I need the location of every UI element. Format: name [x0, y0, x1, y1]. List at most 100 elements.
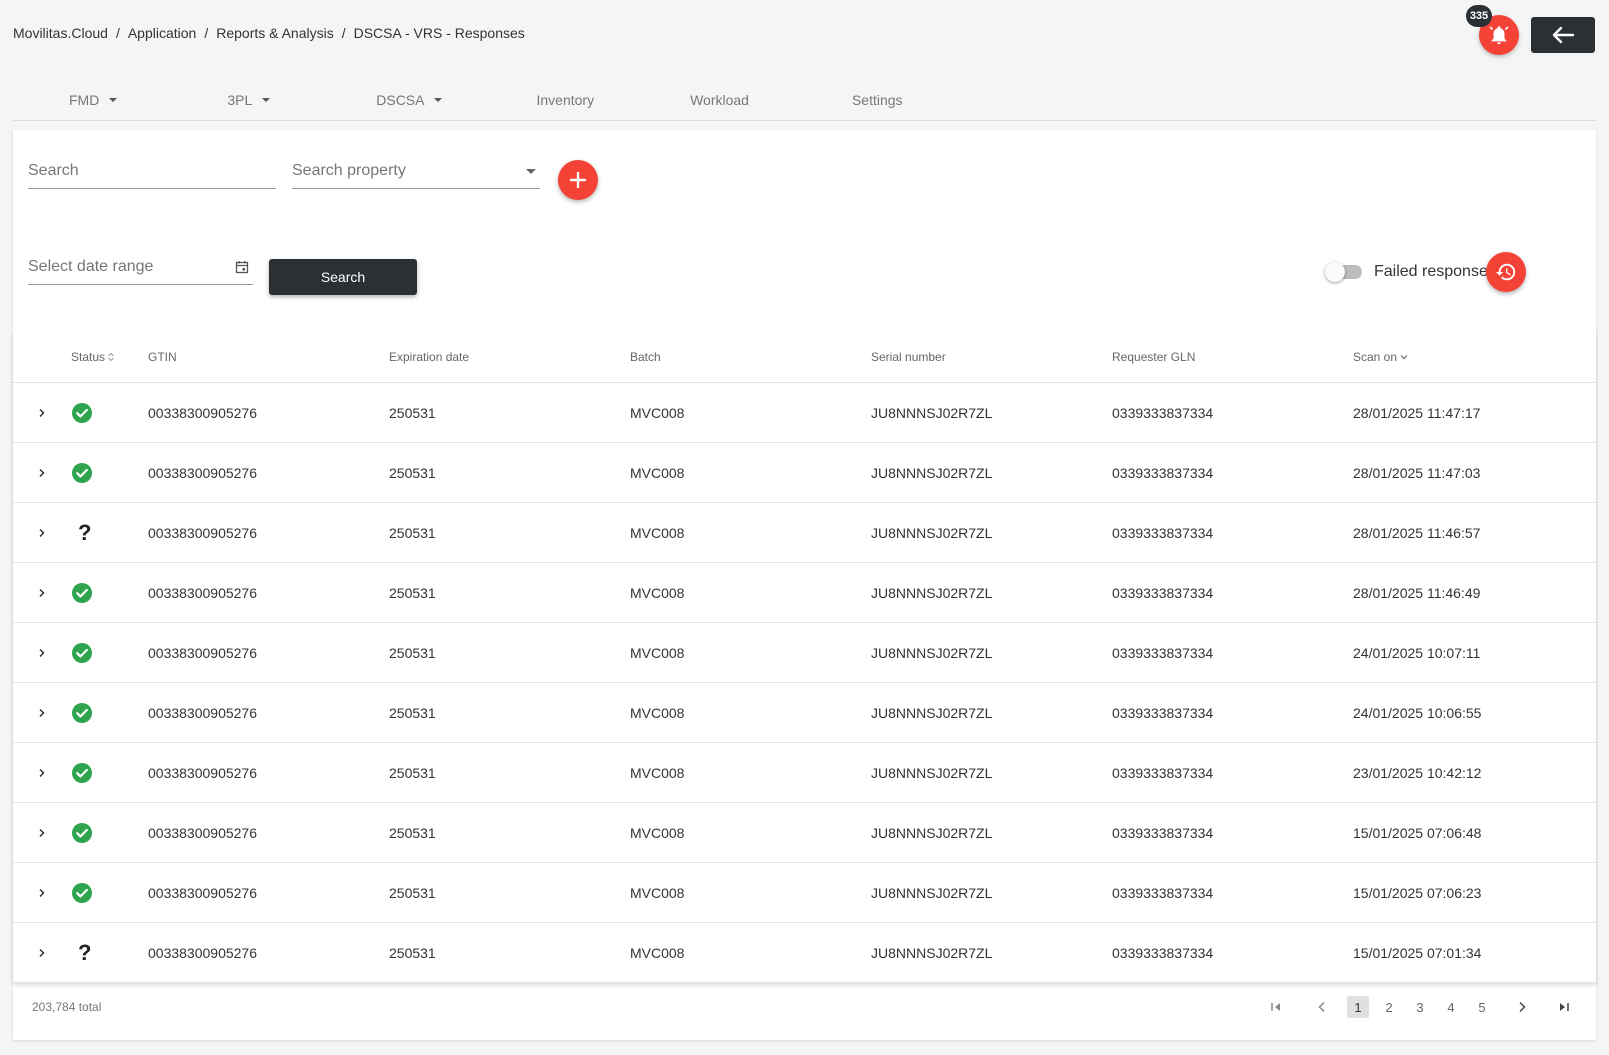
main-card: Search Search property Select date range…: [13, 130, 1596, 1040]
tab-fmd[interactable]: FMD: [69, 92, 118, 108]
cell-batch: MVC008: [630, 884, 685, 901]
tab-dscsa[interactable]: DSCSA: [376, 92, 443, 108]
cell-serial-number: JU8NNNSJ02R7ZL: [871, 404, 993, 421]
chevron-right-icon: [39, 588, 45, 597]
search-button[interactable]: Search: [269, 259, 417, 295]
cell-serial-number: JU8NNNSJ02R7ZL: [871, 824, 993, 841]
history-button[interactable]: [1486, 252, 1526, 292]
tab-settings[interactable]: Settings: [852, 92, 903, 108]
cell-status: ?: [71, 940, 148, 966]
table-row[interactable]: 00338300905276 250531 MVC008 JU8NNNSJ02R7ZL…: [13, 743, 1596, 803]
tab-label: Settings: [851, 92, 903, 108]
tab-inventory[interactable]: Inventory: [536, 92, 594, 108]
row-expand-button[interactable]: [13, 828, 71, 838]
tab-label: FMD: [69, 92, 100, 108]
cell-gtin: 00338300905276: [148, 764, 258, 781]
breadcrumb-item[interactable]: Movilitas.Cloud: [13, 25, 108, 41]
page-button[interactable]: 3: [1409, 996, 1431, 1018]
cell-requester-gln: 0339333837334: [1112, 704, 1214, 721]
sort-desc-icon: [1400, 355, 1408, 360]
check-circle-icon: [72, 642, 92, 663]
breadcrumb-item[interactable]: Reports & Analysis: [216, 25, 334, 41]
header-batch[interactable]: Batch: [630, 350, 871, 364]
row-expand-button[interactable]: [13, 468, 71, 478]
cell-expiration-date: 250531: [389, 884, 436, 901]
check-circle-icon: [72, 402, 92, 423]
page-button[interactable]: 1: [1347, 996, 1369, 1018]
chevron-right-icon: [39, 408, 45, 417]
cell-requester-gln: 0339333837334: [1112, 824, 1214, 841]
row-expand-button[interactable]: [13, 708, 71, 718]
header-serial-number[interactable]: Serial number: [871, 350, 1112, 364]
header-gtin[interactable]: GTIN: [148, 350, 389, 364]
row-expand-button[interactable]: [13, 648, 71, 658]
row-expand-button[interactable]: [13, 408, 71, 418]
row-expand-button[interactable]: [13, 588, 71, 598]
cell-requester-gln: 0339333837334: [1112, 644, 1214, 661]
cell-batch: MVC008: [630, 704, 685, 721]
check-circle-icon: [72, 762, 92, 783]
cell-scan-on: 24/01/2025 10:06:55: [1353, 704, 1482, 721]
tab-3pl[interactable]: 3PL: [227, 92, 271, 108]
prev-page-button[interactable]: [1308, 996, 1336, 1018]
cell-batch: MVC008: [630, 944, 685, 961]
chevron-right-icon: [1519, 1001, 1526, 1013]
row-expand-button[interactable]: [13, 768, 71, 778]
cell-expiration-date: 250531: [389, 524, 436, 541]
table-row[interactable]: 00338300905276 250531 MVC008 JU8NNNSJ02R7ZL…: [13, 863, 1596, 923]
first-page-button[interactable]: [1262, 996, 1290, 1018]
page-button[interactable]: 4: [1440, 996, 1462, 1018]
search-property-select[interactable]: Search property: [292, 154, 540, 189]
cell-serial-number: JU8NNNSJ02R7ZL: [871, 944, 993, 961]
page-button[interactable]: 5: [1471, 996, 1493, 1018]
unknown-status-icon: ?: [78, 939, 92, 965]
cell-serial-number: JU8NNNSJ02R7ZL: [871, 584, 993, 601]
table-row[interactable]: 00338300905276 250531 MVC008 JU8NNNSJ02R7ZL…: [13, 383, 1596, 443]
failed-responses-toggle[interactable]: [1325, 262, 1362, 282]
table-row[interactable]: 00338300905276 250531 MVC008 JU8NNNSJ02R7ZL…: [13, 683, 1596, 743]
cell-batch: MVC008: [630, 644, 685, 661]
table-row[interactable]: 00338300905276 250531 MVC008 JU8NNNSJ02R7ZL…: [13, 563, 1596, 623]
table-row[interactable]: ? 00338300905276 250531 MVC008 JU8NNNSJ02R7Z…: [13, 503, 1596, 563]
back-button[interactable]: [1531, 17, 1595, 53]
cell-status: [71, 702, 148, 724]
cell-batch: MVC008: [630, 524, 685, 541]
cell-status: [71, 762, 148, 784]
pagination: 1 2 3 4 5: [1262, 996, 1578, 1018]
search-input[interactable]: Search: [28, 154, 276, 189]
cell-batch: MVC008: [630, 404, 685, 421]
next-page-button[interactable]: [1508, 996, 1536, 1018]
breadcrumb-separator: /: [341, 25, 346, 41]
table-header: Status GTIN Expiration date Batch Serial…: [13, 332, 1596, 383]
header-requester-gln[interactable]: Requester GLN: [1112, 350, 1353, 364]
chevron-right-icon: [39, 708, 45, 717]
last-page-button[interactable]: [1550, 996, 1578, 1018]
table-row[interactable]: ? 00338300905276 250531 MVC008 JU8NNNSJ02R7Z…: [13, 923, 1596, 983]
check-circle-icon: [72, 822, 92, 843]
calendar-icon[interactable]: [235, 260, 249, 274]
page-button[interactable]: 2: [1378, 996, 1400, 1018]
cell-gtin: 00338300905276: [148, 464, 258, 481]
table-row[interactable]: 00338300905276 250531 MVC008 JU8NNNSJ02R7ZL…: [13, 623, 1596, 683]
add-filter-button[interactable]: [558, 160, 598, 200]
cell-expiration-date: 250531: [389, 464, 436, 481]
cell-scan-on: 15/01/2025 07:06:23: [1353, 884, 1482, 901]
table-row[interactable]: 00338300905276 250531 MVC008 JU8NNNSJ02R7ZL…: [13, 803, 1596, 863]
header-scan-on[interactable]: Scan on: [1353, 350, 1593, 364]
breadcrumb-item[interactable]: Application: [128, 25, 197, 41]
cell-gtin: 00338300905276: [148, 584, 258, 601]
header-status[interactable]: Status: [71, 350, 148, 364]
tab-label: DSCSA: [376, 92, 425, 108]
row-expand-button[interactable]: [13, 948, 71, 958]
cell-batch: MVC008: [630, 584, 685, 601]
tab-workload[interactable]: Workload: [690, 92, 749, 108]
header-expiration-date[interactable]: Expiration date: [389, 350, 630, 364]
row-expand-button[interactable]: [13, 888, 71, 898]
row-expand-button[interactable]: [13, 528, 71, 538]
search-placeholder: Search: [28, 162, 79, 179]
table-row[interactable]: 00338300905276 250531 MVC008 JU8NNNSJ02R7ZL…: [13, 443, 1596, 503]
cell-scan-on: 28/01/2025 11:47:03: [1353, 464, 1481, 481]
page-numbers: 1 2 3 4 5: [1346, 996, 1494, 1018]
cell-scan-on: 23/01/2025 10:42:12: [1353, 764, 1482, 781]
date-range-input[interactable]: Select date range: [28, 250, 253, 285]
